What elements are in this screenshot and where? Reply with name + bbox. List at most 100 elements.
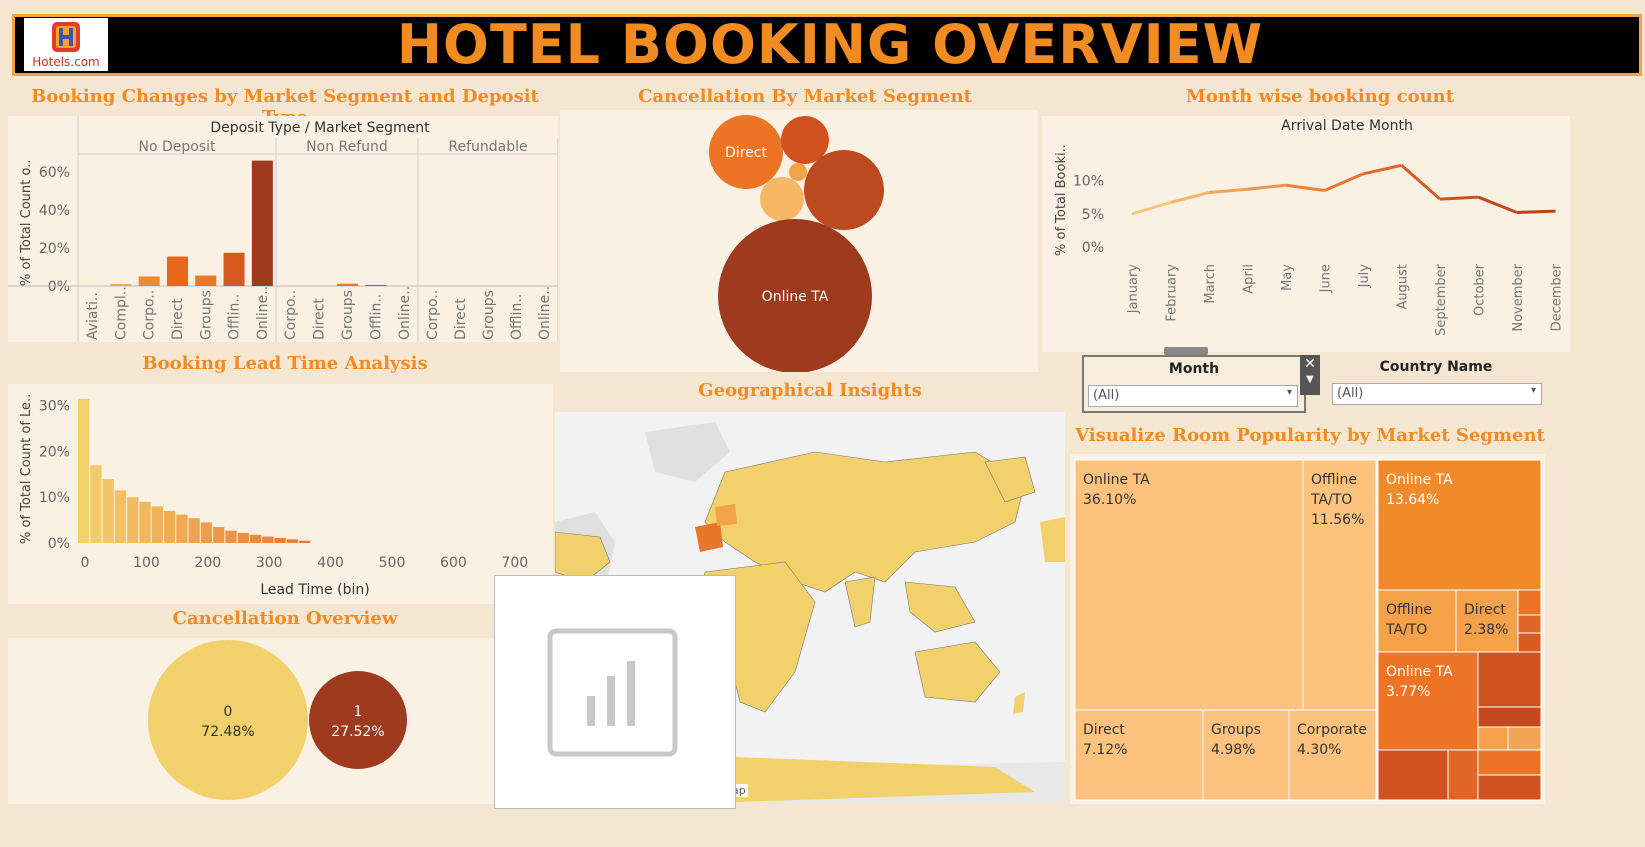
line-segment[interactable] xyxy=(1362,163,1402,176)
treemap-cell[interactable] xyxy=(1477,749,1542,776)
x-tick-label: Direct xyxy=(453,298,469,340)
bar[interactable] xyxy=(365,284,387,286)
bubble-label: 1 xyxy=(354,704,363,720)
treemap-label: Direct xyxy=(1083,722,1125,738)
histogram-bar[interactable] xyxy=(114,490,127,543)
cancellation-segment-title: Cancellation By Market Segment xyxy=(638,86,972,107)
histogram-bar[interactable] xyxy=(151,506,163,543)
line-segment[interactable] xyxy=(1285,183,1325,193)
month-wise-ylabel: % of Total Booki.. xyxy=(1054,144,1069,256)
x-tick-label: Groups xyxy=(198,290,214,340)
line-segment[interactable] xyxy=(1400,164,1441,201)
bar[interactable] xyxy=(337,283,358,286)
country-filter: Country Name (All) ▾ xyxy=(1330,355,1542,409)
bubble[interactable] xyxy=(309,671,407,769)
bar[interactable] xyxy=(138,276,160,287)
lead-time-chart: % of Total Count of Le.. Lead Time (bin)… xyxy=(19,394,528,598)
histogram-bar[interactable] xyxy=(249,534,262,543)
histogram-bar[interactable] xyxy=(163,510,176,543)
y-tick-label: 30% xyxy=(39,399,70,415)
histogram-bar[interactable] xyxy=(176,514,188,543)
histogram-bar[interactable] xyxy=(102,478,114,543)
bubble[interactable] xyxy=(789,163,807,181)
line-segment[interactable] xyxy=(1439,195,1479,201)
bubble[interactable] xyxy=(760,177,804,221)
bar[interactable] xyxy=(82,285,104,286)
treemap-label: Online TA xyxy=(1386,664,1453,680)
line-segment[interactable] xyxy=(1131,201,1171,216)
bar[interactable] xyxy=(195,275,217,286)
menu-arrow-icon[interactable]: ▼ xyxy=(1300,373,1320,387)
treemap-cell[interactable] xyxy=(1507,726,1542,751)
treemap-cell[interactable] xyxy=(1477,706,1542,728)
treemap-cell[interactable] xyxy=(1517,614,1542,634)
histogram-bar[interactable] xyxy=(200,522,213,543)
country-filter-value: (All) xyxy=(1337,386,1364,401)
histogram-bar[interactable] xyxy=(213,526,225,543)
bubble[interactable] xyxy=(148,640,308,800)
line-segment[interactable] xyxy=(1477,195,1518,214)
treemap-value: 36.10% xyxy=(1083,492,1136,508)
treemap-cell[interactable] xyxy=(1477,726,1509,751)
month-wise-chart: Arrival Date Month % of Total Booki.. 10… xyxy=(1054,118,1565,336)
histogram-bar[interactable] xyxy=(262,536,274,543)
month-wise-panel: Arrival Date Month % of Total Booki.. 10… xyxy=(1042,116,1570,352)
y-tick-label: 0% xyxy=(1082,240,1104,256)
bar[interactable] xyxy=(110,284,132,286)
treemap-cell[interactable] xyxy=(1477,774,1542,801)
x-tick-label: February xyxy=(1165,264,1180,322)
histogram-bar[interactable] xyxy=(78,398,90,543)
treemap-label: TA/TO xyxy=(1310,492,1352,508)
histogram-bar[interactable] xyxy=(225,530,237,543)
country-filter-select[interactable]: (All) ▾ xyxy=(1332,383,1542,405)
histogram-bar[interactable] xyxy=(299,540,311,543)
histogram-bar[interactable] xyxy=(139,501,151,543)
month-filter-select[interactable]: (All) ▾ xyxy=(1088,385,1298,407)
bar[interactable] xyxy=(167,256,188,286)
bar[interactable] xyxy=(251,160,273,286)
histogram-bar[interactable] xyxy=(274,537,286,543)
histogram-bar[interactable] xyxy=(188,518,200,543)
line-segment[interactable] xyxy=(1247,183,1287,191)
bar[interactable] xyxy=(223,252,245,286)
x-tick-label: March xyxy=(1203,264,1218,304)
line-segment[interactable] xyxy=(1516,209,1556,214)
close-icon[interactable]: ✕ xyxy=(1300,355,1320,373)
booking-changes-ylabel: % of Total Count o.. xyxy=(19,160,34,286)
histogram-bar[interactable] xyxy=(127,497,139,543)
histogram-bar[interactable] xyxy=(237,532,249,543)
treemap-cell[interactable] xyxy=(1377,589,1457,653)
treemap-cell[interactable] xyxy=(1455,589,1519,653)
x-tick-label: April xyxy=(1242,264,1257,294)
month-filter-value: (All) xyxy=(1093,388,1120,403)
treemap-label: Online TA xyxy=(1386,472,1453,488)
line-segment[interactable] xyxy=(1170,191,1210,204)
drag-handle[interactable] xyxy=(1164,347,1208,355)
x-tick-label: July xyxy=(1357,264,1372,289)
treemap-value: 11.56% xyxy=(1311,512,1364,528)
lead-time-title: Booking Lead Time Analysis xyxy=(142,353,428,374)
histogram-bar[interactable] xyxy=(286,539,299,543)
filter-controls: ✕ ▼ xyxy=(1300,355,1320,395)
treemap-cell[interactable] xyxy=(1517,632,1542,653)
treemap-cell[interactable] xyxy=(1447,749,1479,801)
line-segment[interactable] xyxy=(1208,187,1248,195)
y-tick-label: 10% xyxy=(1073,174,1104,190)
histogram-bar[interactable] xyxy=(90,465,102,543)
bubble-label: Direct xyxy=(725,145,767,161)
x-tick-label: Direct xyxy=(170,298,186,340)
treemap-cell[interactable] xyxy=(1517,589,1542,616)
booking-changes-header: Deposit Type / Market Segment xyxy=(210,120,430,136)
map-france xyxy=(715,504,737,526)
treemap-value: 7.12% xyxy=(1083,742,1127,758)
month-wise-chart-title: Arrival Date Month xyxy=(1281,118,1413,134)
treemap-cell[interactable] xyxy=(1377,749,1449,801)
y-tick-label: 40% xyxy=(39,203,70,219)
viz-placeholder-card xyxy=(494,575,736,809)
treemap-value: 4.98% xyxy=(1211,742,1255,758)
bubble[interactable] xyxy=(804,150,884,230)
x-tick-label: Groups xyxy=(481,290,497,340)
treemap-cell[interactable] xyxy=(1477,651,1542,708)
line-segment[interactable] xyxy=(1323,172,1364,192)
y-tick-label: 0% xyxy=(48,536,70,552)
